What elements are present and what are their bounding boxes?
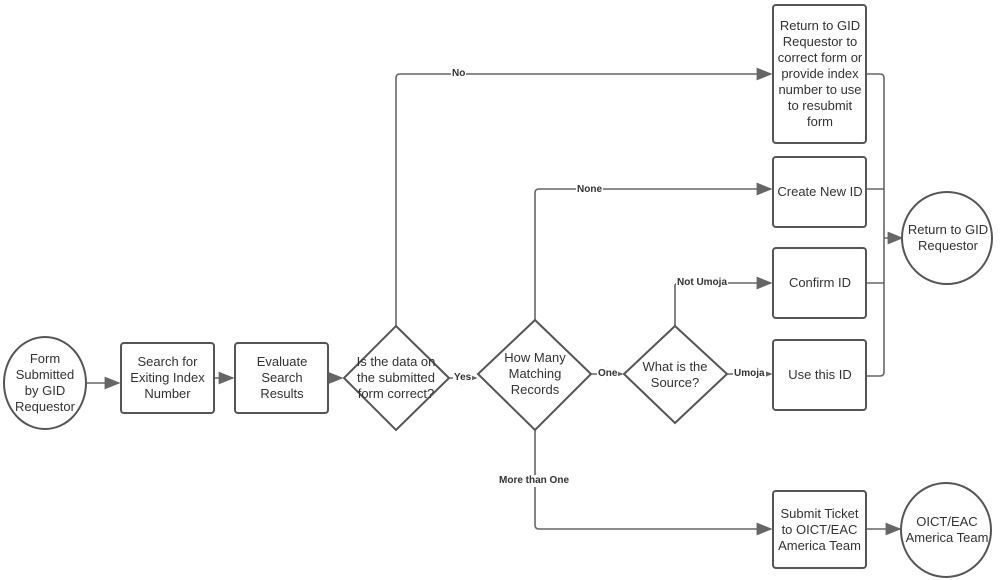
edge-returns-merge [866, 73, 885, 377]
return-correct-label: Return to GID Requestor to correct form … [777, 18, 863, 129]
edge-label-one: One [597, 368, 619, 380]
edge-label-no: No [451, 68, 467, 80]
how-many-label: How Many Matching Records [504, 350, 566, 397]
edge-none [534, 182, 773, 320]
edge-label-not-umoja: Not Umoja [676, 277, 728, 289]
edge-label-none: None [576, 184, 603, 196]
data-correct-label: Is the data on the submitted form correc… [356, 354, 436, 401]
return-gid-label: Return to GID Requestor [907, 222, 989, 253]
form-submitted-label: Form Submitted by GID Requestor [15, 351, 75, 414]
submit-ticket-label: Submit Ticket to OICT/EAC America Team [778, 505, 861, 553]
edge-more-than-one [534, 430, 773, 536]
create-new-id-label: Create New ID [777, 184, 863, 199]
oict-team-label: OICT/EAC America Team [905, 514, 989, 545]
edge-label-more-than-one: More than One [498, 475, 571, 487]
use-this-id-label: Use this ID [788, 367, 852, 382]
evaluate-results-label: Evaluate Search Results [256, 354, 308, 401]
search-index-label: Search for Exiting Index Number [130, 354, 205, 401]
edge-not-umoja [674, 276, 773, 326]
confirm-id-label: Confirm ID [788, 275, 852, 290]
edge-label-yes: Yes [453, 372, 473, 384]
what-source-label: What is the Source? [642, 359, 708, 390]
edge-label-umoja: Umoja [733, 368, 766, 380]
